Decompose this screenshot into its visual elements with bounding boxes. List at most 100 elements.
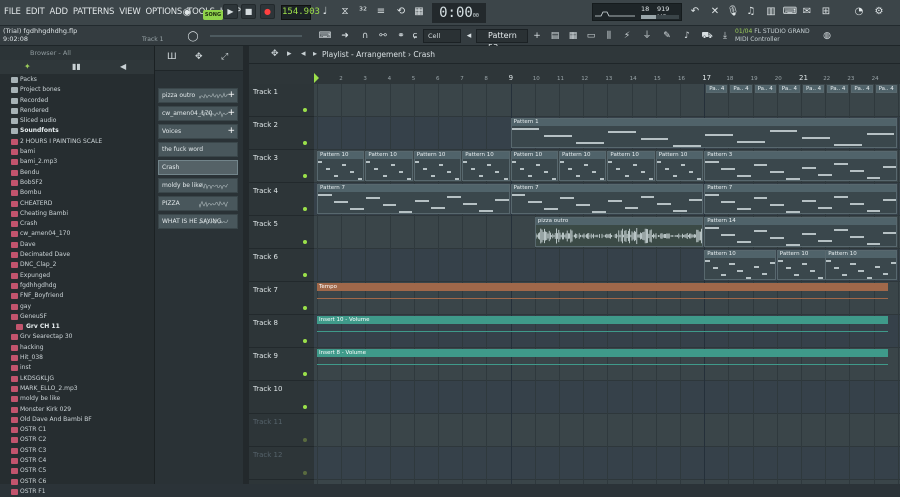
browser-item[interactable]: Old Dave And Bambi BF — [0, 415, 155, 425]
pattern-clip[interactable]: Pattern 1 — [511, 118, 897, 148]
playhead-marker[interactable] — [314, 73, 319, 83]
browser-item[interactable]: Grv CH 11 — [0, 322, 155, 332]
track-header[interactable]: Track 9 — [249, 348, 314, 381]
power-icon[interactable]: ✎ — [660, 29, 674, 43]
track-mute-led[interactable] — [303, 405, 307, 409]
browser-item[interactable]: Sliced audio — [0, 116, 155, 126]
tempo-display[interactable]: 154.903 — [281, 5, 311, 20]
track-header[interactable]: Track 12 — [249, 447, 314, 480]
add-icon[interactable]: + — [227, 90, 235, 101]
playlist-menu-icon[interactable]: ✥ — [271, 49, 279, 59]
browser-item[interactable]: CHEATERD — [0, 199, 155, 209]
browser-item[interactable]: Monster Kirk 029 — [0, 405, 155, 415]
track-mute-led[interactable] — [303, 108, 307, 112]
pattern-clip[interactable]: Pattern 10 — [414, 151, 461, 181]
browser-item[interactable]: OSTR C3 — [0, 446, 155, 456]
picker-item[interactable]: PIZZA — [158, 196, 238, 211]
picker-slide-icon[interactable]: ⤢ — [221, 52, 228, 62]
browser-item[interactable]: Soundfonts — [0, 126, 155, 136]
browser-item[interactable]: cw_amen04_170 — [0, 229, 155, 239]
mixer-button[interactable]: ⫼ — [602, 29, 616, 43]
plugin-icon[interactable]: ⚡ — [620, 29, 634, 43]
track-mute-led[interactable] — [303, 273, 307, 277]
cart-icon[interactable]: ⛟ — [700, 29, 714, 43]
browser-item[interactable]: moldy be like — [0, 394, 155, 404]
pattern-clip[interactable]: pizza outro — [535, 217, 703, 247]
track-clip[interactable]: Pa.. 4 — [730, 85, 751, 93]
pattern-select[interactable]: Pattern 53 — [476, 29, 528, 43]
pattern-clip[interactable]: Pattern 10 — [607, 151, 654, 181]
pattern-clip[interactable]: Pattern 7 — [511, 184, 704, 214]
track-clip[interactable]: Pa.. 4 — [755, 85, 776, 93]
playlist-back-icon[interactable]: ◂ — [301, 49, 306, 59]
arrow-icon[interactable]: ➜ — [338, 29, 352, 43]
track-mute-led[interactable] — [303, 141, 307, 145]
metronome-icon[interactable]: ♩ — [316, 3, 334, 21]
browser-item[interactable]: Hit_038 — [0, 353, 155, 363]
browser-item[interactable]: OSTR C2 — [0, 435, 155, 445]
plug-icon[interactable]: ⏚ — [640, 29, 654, 43]
playlist-grid[interactable]: Pa.. 4 Pa.. 4 Pa.. 4 Pa.. 4 Pa.. 4 Pa.. 4 Pa..… — [314, 84, 900, 484]
track-header[interactable]: Track 8 — [249, 315, 314, 348]
master-volume-slider[interactable] — [210, 35, 302, 37]
stop-button[interactable]: ■ — [241, 4, 256, 19]
picker-item[interactable]: cw_amen04_170 + — [158, 106, 238, 121]
browser-item[interactable]: Crash — [0, 219, 155, 229]
play-button[interactable]: ▶ — [223, 4, 238, 19]
browser-item[interactable]: Bendu — [0, 168, 155, 178]
track-mute-led[interactable] — [303, 306, 307, 310]
track-header[interactable]: Track 10 — [249, 381, 314, 414]
settings-icon[interactable]: ⚙ — [870, 3, 888, 21]
browser-item[interactable]: DNC_Clap_2 — [0, 260, 155, 270]
pattern-clip[interactable]: Pattern 10 — [365, 151, 412, 181]
song-mode-button[interactable]: SONG — [203, 10, 223, 20]
step-edit-icon[interactable]: ▦ — [410, 3, 428, 21]
menu-add[interactable]: ADD — [50, 7, 68, 17]
guitar-icon[interactable]: ♪ — [680, 29, 694, 43]
download-icon[interactable]: ⤓ — [718, 29, 732, 43]
browser-speaker-icon[interactable]: ◀ — [120, 62, 126, 71]
track-mute-led[interactable] — [303, 372, 307, 376]
browser-item[interactable]: FNF_Boyfriend — [0, 291, 155, 301]
menu-file[interactable]: FILE — [4, 7, 21, 17]
browser-files-icon[interactable]: ▮▮ — [72, 62, 81, 71]
undo-icon[interactable]: ↶ — [686, 3, 704, 21]
main-pitch-knob-icon[interactable]: ◯ — [186, 30, 200, 44]
track-header[interactable]: Track 7 — [249, 282, 314, 315]
track-header[interactable]: Track 6 — [249, 249, 314, 282]
record-button[interactable]: ● — [260, 4, 275, 19]
menu-patterns[interactable]: PATTERNS — [73, 7, 114, 17]
track-clip[interactable]: Pa.. 4 — [851, 85, 872, 93]
keyboard-icon[interactable]: ⌨ — [318, 29, 332, 43]
track-clip[interactable]: Pa.. 4 — [827, 85, 848, 93]
picker-item[interactable]: pizza outro + — [158, 88, 238, 103]
track-clip[interactable]: Pa.. 4 — [876, 85, 897, 93]
browser-add-icon[interactable]: ✦ — [24, 62, 31, 71]
browser-item[interactable]: BobSF2 — [0, 178, 155, 188]
browser-item[interactable]: MARK_ELLO_2.mp3 — [0, 384, 155, 394]
browser-item[interactable]: OSTR C6 — [0, 477, 155, 487]
browser-item[interactable]: Packs — [0, 75, 155, 85]
track-header[interactable]: Track 5 — [249, 216, 314, 249]
browser-item[interactable]: LKDSGKLJG — [0, 374, 155, 384]
automation-clip[interactable]: Insert 8 - Volume — [317, 349, 888, 357]
track-mute-led[interactable] — [303, 174, 307, 178]
playlist-forward-icon[interactable]: ▸ — [313, 49, 317, 58]
add-pattern-icon[interactable]: + — [530, 29, 544, 43]
automation-clip[interactable]: Insert 10 - Volume — [317, 316, 888, 324]
track-clip[interactable]: Pa.. 4 — [706, 85, 727, 93]
menu-edit[interactable]: EDIT — [26, 7, 45, 17]
pattern-clip[interactable]: Pattern 10 — [704, 250, 776, 280]
add-icon[interactable]: + — [227, 108, 235, 119]
playlist-arrow-icon[interactable]: ▸ — [287, 49, 292, 59]
browser-item[interactable]: gay — [0, 302, 155, 312]
browser-item[interactable]: Dave — [0, 240, 155, 250]
browser-item[interactable]: Rendered — [0, 106, 155, 116]
menu-view[interactable]: VIEW — [119, 7, 140, 17]
browser-item[interactable]: fgdhhgdhdg — [0, 281, 155, 291]
track-clip[interactable]: Pa.. 4 — [779, 85, 800, 93]
cpu-meter-icon[interactable]: ◔ — [850, 3, 868, 21]
track-header[interactable]: Track 3 — [249, 150, 314, 183]
picker-patterns-icon[interactable]: Ш — [167, 52, 177, 62]
track-clip[interactable]: Pa.. 4 — [803, 85, 824, 93]
